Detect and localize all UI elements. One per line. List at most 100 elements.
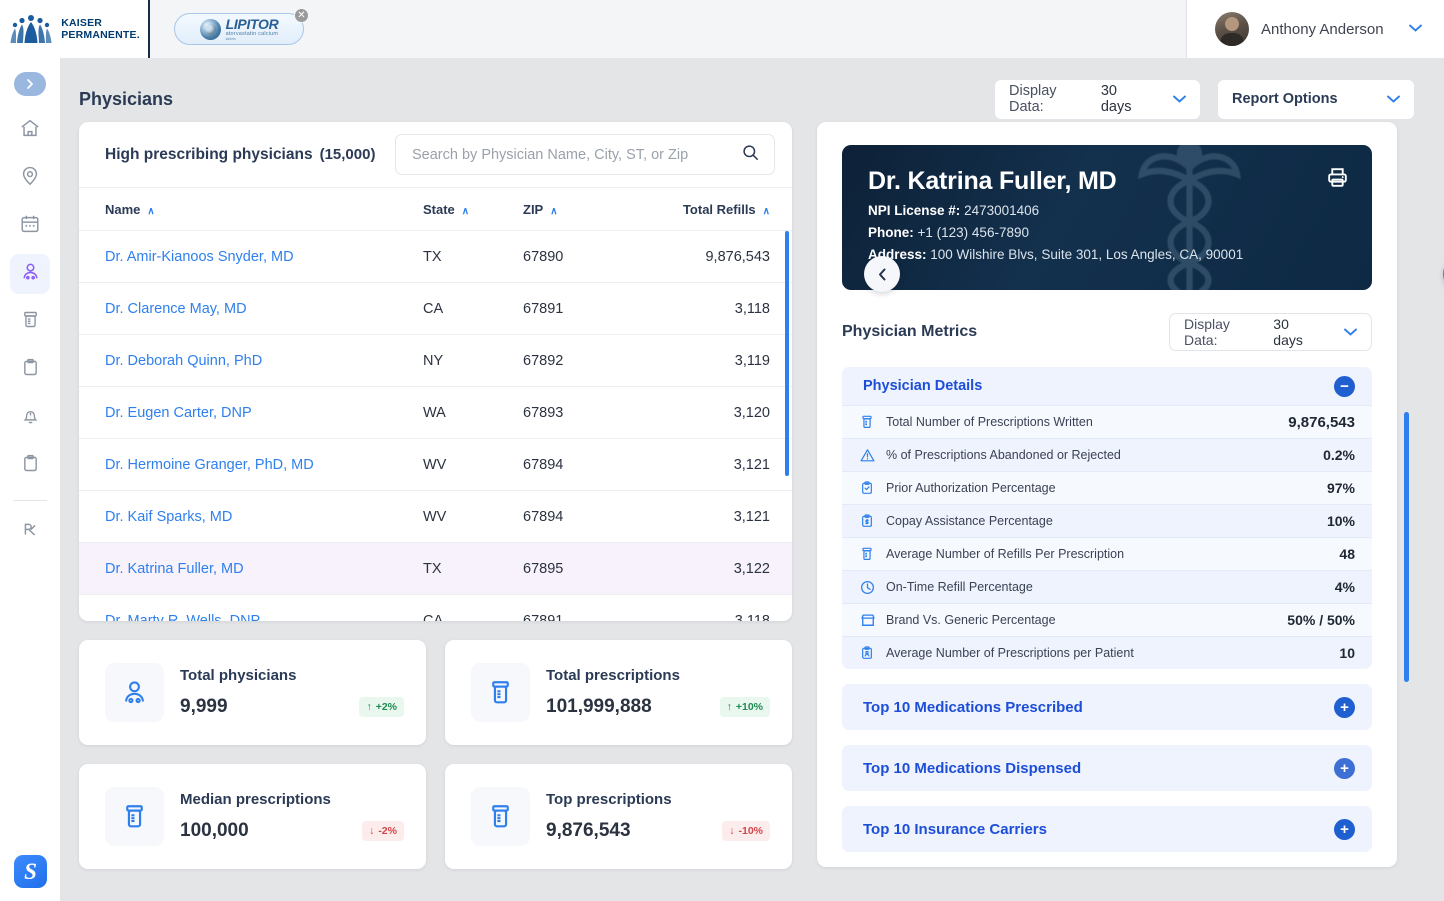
sidebar-toggle-button[interactable] <box>14 72 46 96</box>
metric-row: On-Time Refill Percentage4% <box>842 570 1372 603</box>
sidebar-item-prescriptions[interactable] <box>10 511 50 551</box>
collapse-icon[interactable]: − <box>1334 376 1355 397</box>
stat-delta: -10% <box>738 825 763 837</box>
stat-card[interactable]: Total prescriptions 101,999,888 ↑ +10% <box>445 640 792 745</box>
column-header-state[interactable]: State∧ <box>423 202 523 217</box>
sort-asc-icon[interactable]: ∧ <box>763 206 770 217</box>
physicians-table-card: High prescribing physicians (15,000) Nam… <box>79 122 792 621</box>
sidebar-item-reports[interactable] <box>10 350 50 390</box>
row-physician-name[interactable]: Dr. Hermoine Granger, PhD, MD <box>105 457 423 473</box>
row-physician-name[interactable]: Dr. Marty R. Wells, DNP <box>105 613 423 622</box>
search-box[interactable] <box>395 134 775 175</box>
row-total-refills: 3,119 <box>671 353 770 369</box>
row-physician-name[interactable]: Dr. Eugen Carter, DNP <box>105 405 423 421</box>
table-body: Dr. Amir-Kianoos Snyder, MDTX678909,876,… <box>79 231 792 621</box>
row-total-refills: 3,118 <box>671 301 770 317</box>
drug-tab-lipitor[interactable]: LIPITOR atorvastatin calcium tablets ✕ <box>174 13 304 45</box>
metric-label: Total Number of Prescriptions Written <box>886 415 1093 429</box>
stat-card[interactable]: Top prescriptions 9,876,543 ↓ -10% <box>445 764 792 869</box>
row-state: WA <box>423 405 523 421</box>
metric-row: % of Prescriptions Abandoned or Rejected… <box>842 438 1372 471</box>
physician-icon <box>105 663 164 722</box>
chevron-down-icon[interactable] <box>1159 92 1186 106</box>
stat-label: Median prescriptions <box>180 791 404 808</box>
clipboard-tasks-icon <box>20 453 41 479</box>
expand-icon[interactable]: + <box>1334 819 1355 840</box>
metric-value: 50% / 50% <box>1287 612 1355 628</box>
metrics-display-data-select[interactable]: Display Data: 30 days <box>1169 313 1372 351</box>
table-row[interactable]: Dr. Deborah Quinn, PhDNY678923,119 <box>79 335 792 387</box>
physicians-icon <box>19 260 42 288</box>
row-zip: 67894 <box>523 509 671 525</box>
table-row[interactable]: Dr. Katrina Fuller, MDTX678953,122 <box>79 543 792 595</box>
pill-bottle-icon <box>859 414 886 430</box>
display-data-label: Display Data: <box>1009 83 1091 115</box>
accordion-header[interactable]: Top 10 Insurance Carriers + <box>842 806 1372 852</box>
user-menu[interactable]: Anthony Anderson <box>1186 0 1444 58</box>
page-title: Physicians <box>79 89 173 110</box>
table-row[interactable]: Dr. Eugen Carter, DNPWA678933,120 <box>79 387 792 439</box>
avatar <box>1215 12 1249 46</box>
panel-scrollbar[interactable] <box>1404 412 1409 682</box>
row-total-refills: 3,118 <box>671 613 770 622</box>
table-row[interactable]: Dr. Clarence May, MDCA678913,118 <box>79 283 792 335</box>
sidebar-item-physicians[interactable] <box>10 254 50 294</box>
row-physician-name[interactable]: Dr. Katrina Fuller, MD <box>105 561 423 577</box>
chevron-down-icon[interactable] <box>1373 92 1400 106</box>
accordion-header[interactable]: Top 10 Medications Dispensed + <box>842 745 1372 791</box>
sort-asc-icon[interactable]: ∧ <box>550 206 557 217</box>
sidebar-item-alerts[interactable] <box>10 398 50 438</box>
main-area: Physicians Display Data: 30 days Report … <box>61 58 1444 901</box>
search-icon[interactable] <box>741 143 760 167</box>
chevron-down-icon[interactable] <box>1330 325 1357 339</box>
chevron-down-icon[interactable] <box>1409 23 1422 35</box>
expand-icon[interactable]: + <box>1334 758 1355 779</box>
stat-value: 9,876,543 <box>546 820 631 842</box>
top-bar: KAISER PERMANENTE. LIPITOR atorvastatin … <box>0 0 1444 58</box>
sidebar-item-calendar[interactable] <box>10 206 50 246</box>
stat-card[interactable]: Total physicians 9,999 ↑ +2% <box>79 640 426 745</box>
accordion-title: Top 10 Insurance Carriers <box>863 821 1047 838</box>
sidebar-item-home[interactable] <box>10 110 50 150</box>
column-header-name[interactable]: Name∧ <box>105 202 423 217</box>
sort-asc-icon[interactable]: ∧ <box>462 206 469 217</box>
left-panel: High prescribing physicians (15,000) Nam… <box>79 122 792 869</box>
table-row[interactable]: Dr. Marty R. Wells, DNPCA678913,118 <box>79 595 792 621</box>
table-row[interactable]: Dr. Hermoine Granger, PhD, MDWV678943,12… <box>79 439 792 491</box>
report-options-select[interactable]: Report Options <box>1217 79 1415 120</box>
metric-value: 10 <box>1339 645 1355 661</box>
previous-physician-button[interactable] <box>864 256 900 292</box>
accordion-header[interactable]: Top 10 Medications Prescribed + <box>842 684 1372 730</box>
expand-icon[interactable]: + <box>1334 697 1355 718</box>
sidebar: S <box>0 58 61 901</box>
report-options-label: Report Options <box>1232 91 1338 107</box>
sort-asc-icon[interactable]: ∧ <box>147 206 154 217</box>
sidebar-item-pharmacy[interactable] <box>10 302 50 342</box>
lipitor-swirl-icon <box>200 19 221 40</box>
stat-delta: +10% <box>736 701 763 713</box>
brand-logo[interactable]: KAISER PERMANENTE. <box>0 0 150 58</box>
row-state: WV <box>423 457 523 473</box>
table-scrollbar[interactable] <box>785 231 789 476</box>
row-state: WV <box>423 509 523 525</box>
stat-card[interactable]: Median prescriptions 100,000 ↓ -2% <box>79 764 426 869</box>
table-row[interactable]: Dr. Kaif Sparks, MDWV678943,121 <box>79 491 792 543</box>
row-physician-name[interactable]: Dr. Clarence May, MD <box>105 301 423 317</box>
search-input[interactable] <box>412 147 741 163</box>
column-header-zip[interactable]: ZIP∧ <box>523 202 671 217</box>
app-logo[interactable]: S <box>14 855 47 888</box>
metric-value: 9,876,543 <box>1288 414 1355 431</box>
sidebar-item-location[interactable] <box>10 158 50 198</box>
row-physician-name[interactable]: Dr. Amir-Kianoos Snyder, MD <box>105 249 423 265</box>
print-button[interactable] <box>1325 165 1350 195</box>
accordion-header[interactable]: Physician Details − <box>842 367 1372 405</box>
close-icon[interactable]: ✕ <box>294 8 309 23</box>
row-physician-name[interactable]: Dr. Deborah Quinn, PhD <box>105 353 423 369</box>
app-root: KAISER PERMANENTE. LIPITOR atorvastatin … <box>0 0 1444 901</box>
sidebar-item-tasks[interactable] <box>10 446 50 486</box>
display-data-select[interactable]: Display Data: 30 days <box>994 79 1201 120</box>
metric-value: 4% <box>1335 579 1355 595</box>
table-row[interactable]: Dr. Amir-Kianoos Snyder, MDTX678909,876,… <box>79 231 792 283</box>
column-header-refills[interactable]: Total Refills∧ <box>671 202 770 217</box>
row-physician-name[interactable]: Dr. Kaif Sparks, MD <box>105 509 423 525</box>
